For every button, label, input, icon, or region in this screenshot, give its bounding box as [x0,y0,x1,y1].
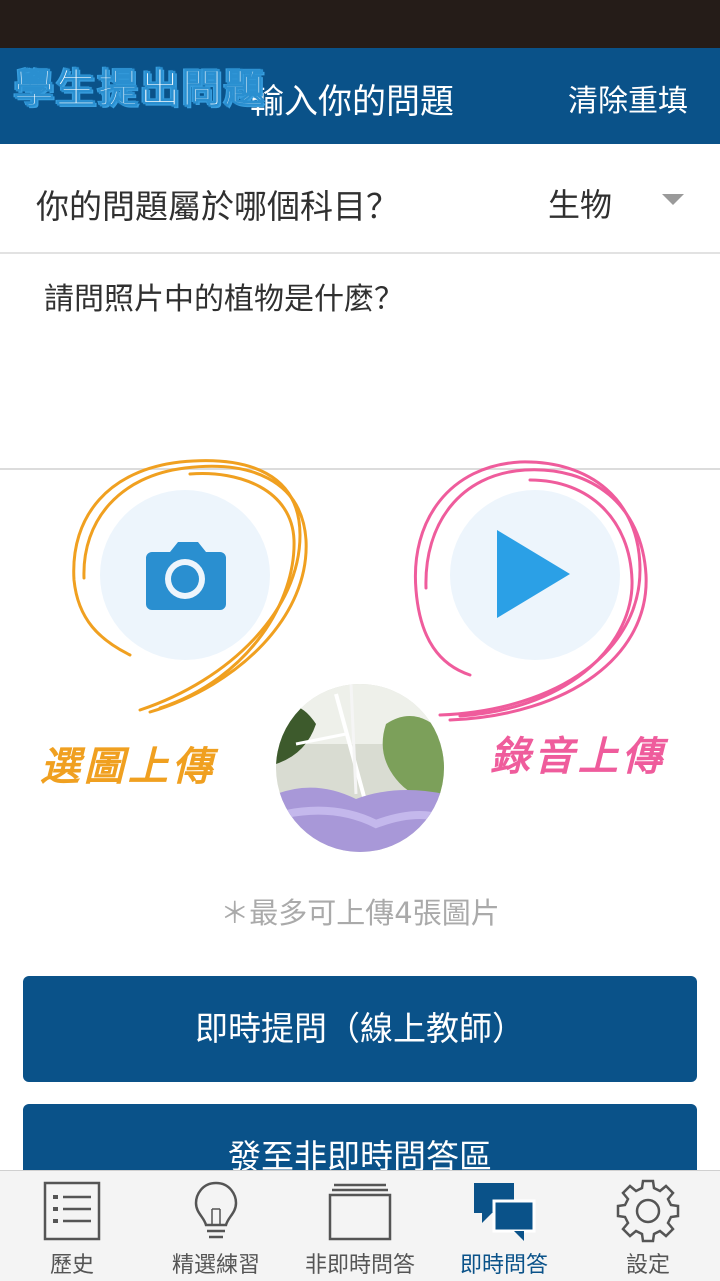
record-audio-note: 錄音上傳 [490,733,666,780]
choose-image-note: 選圖上傳 [40,743,216,790]
tab-settings[interactable]: 設定 [576,1171,720,1281]
subject-selector[interactable]: 你的問題屬於哪個科目？ 生物 [0,144,720,254]
tab-practice-label: 精選練習 [171,1253,260,1278]
tab-non-instant[interactable]: 非即時問答 [288,1171,432,1281]
tab-instant-label: 即時問答 [459,1253,548,1278]
tab-settings-label: 設定 [625,1253,670,1278]
camera-icon [146,542,226,610]
tab-non-instant-label: 非即時問答 [304,1253,415,1278]
play-icon [497,530,570,618]
question-textarea[interactable]: 請問照片中的植物是什麼？ [0,254,720,470]
status-bar [0,0,720,48]
subject-question-label: 你的問題屬於哪個科目？ [36,187,399,226]
tab-history[interactable]: 歷史 [0,1171,144,1281]
question-text: 請問照片中的植物是什麼？ [44,282,404,317]
subject-selected-value[interactable]: 生物 [548,180,612,226]
choose-image-button[interactable] [100,490,270,660]
stacked-cards-icon [328,1183,392,1241]
upload-limit-hint: ＊最多可上傳4張圖片 [220,896,500,930]
chat-bubbles-icon [474,1183,536,1241]
tab-history-label: 歷史 [49,1253,94,1278]
record-audio-button[interactable] [450,490,620,660]
history-list-icon [43,1181,101,1241]
tab-practice[interactable]: 精選練習 [144,1171,288,1281]
uploaded-image-thumbnail[interactable] [276,684,444,852]
page-title: 輸入你的問題 [250,82,454,122]
clear-button[interactable]: 清除重填 [568,76,688,120]
instant-ask-button[interactable]: 即時提問（線上教師） [23,976,697,1082]
tab-instant[interactable]: 即時問答 [432,1171,576,1281]
gear-icon [616,1179,680,1243]
annotation-title: 學生提出問題 [14,66,266,113]
dropdown-caret-icon[interactable] [662,194,684,205]
bottom-tab-bar: 歷史 精選練習 非即時問答 即時問答 設定 [0,1170,720,1281]
lightbulb-icon [194,1181,238,1239]
plant-photo [276,684,444,852]
